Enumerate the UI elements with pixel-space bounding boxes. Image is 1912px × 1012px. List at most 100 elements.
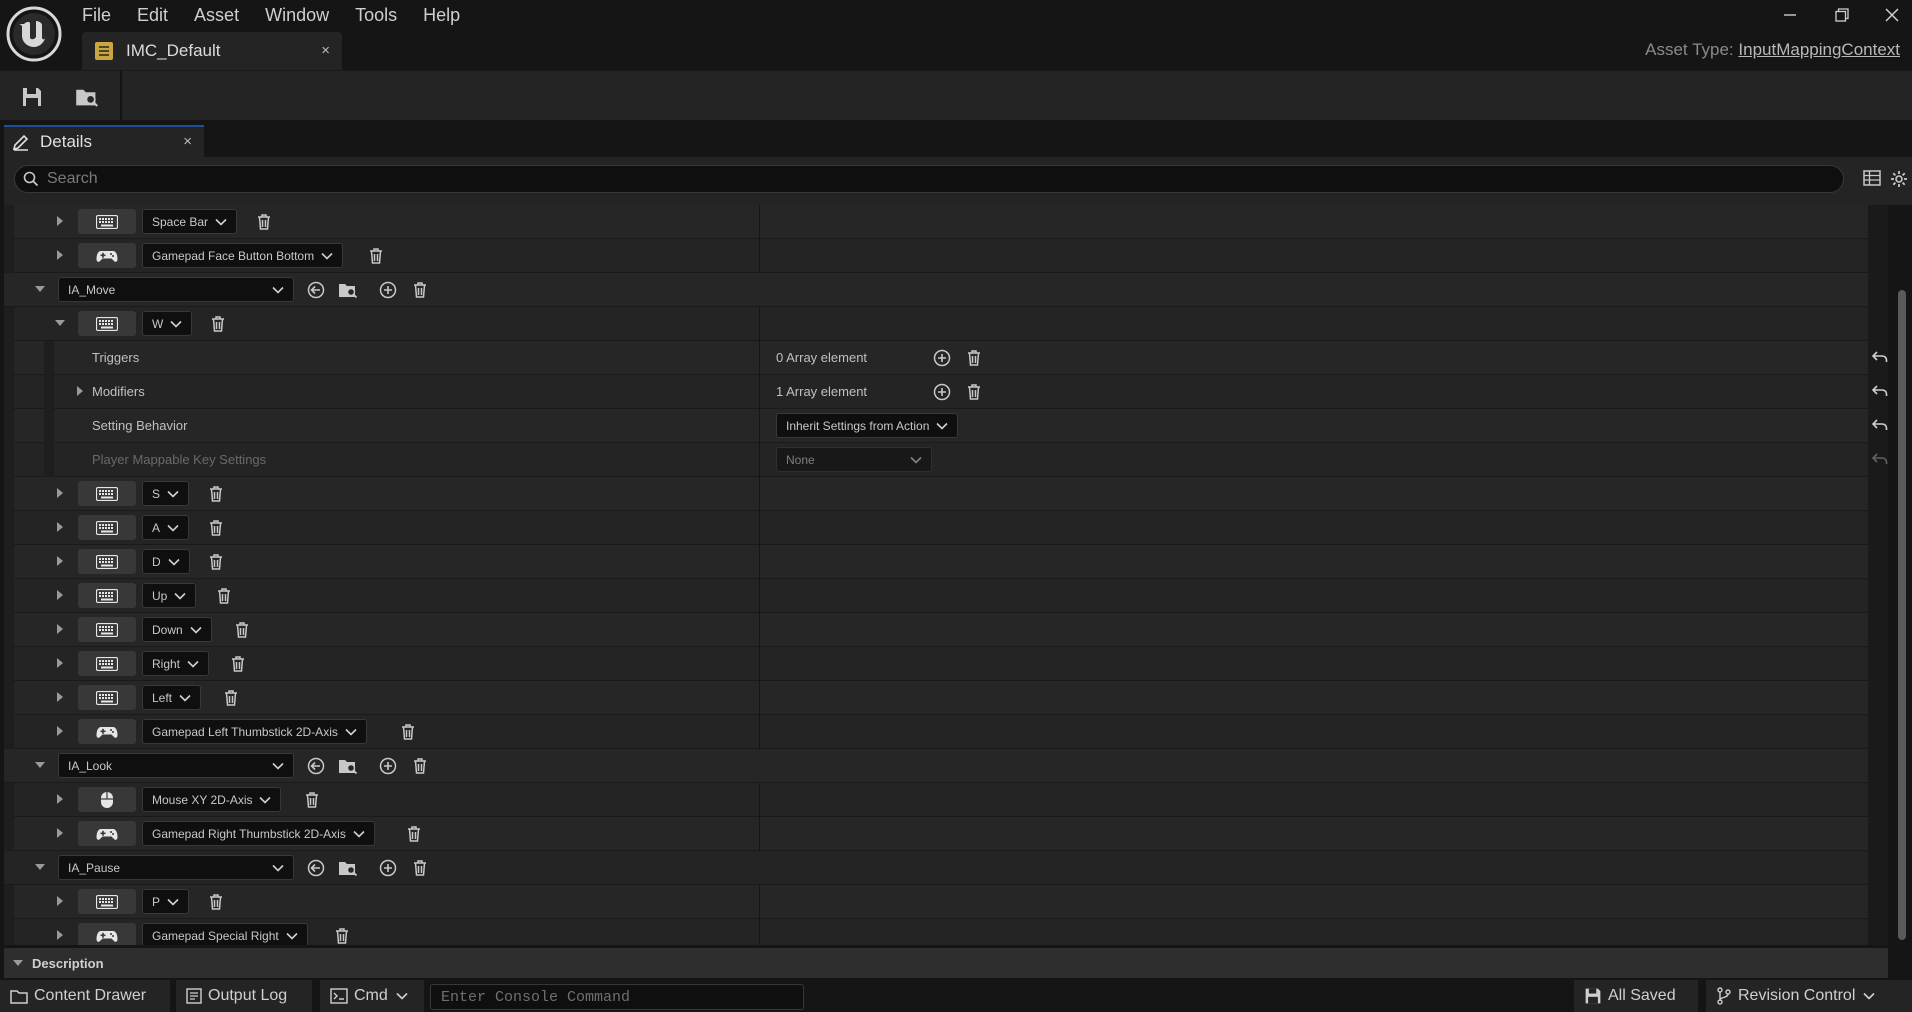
collapse-arrow-icon[interactable] <box>34 759 46 771</box>
delete-mapping-button[interactable] <box>332 926 352 945</box>
column-divider[interactable] <box>759 443 760 477</box>
delete-mapping-button[interactable] <box>206 892 226 912</box>
asset-type-link[interactable]: InputMappingContext <box>1738 40 1900 59</box>
key-dropdown[interactable]: Left <box>142 685 202 710</box>
column-divider[interactable] <box>759 239 760 273</box>
menu-help[interactable]: Help <box>423 0 460 30</box>
asset-tab-close-icon[interactable]: × <box>321 42 330 59</box>
menu-file[interactable]: File <box>82 0 111 30</box>
column-divider[interactable] <box>759 205 760 239</box>
key-selector-button[interactable] <box>78 889 136 914</box>
browse-asset-button[interactable] <box>338 756 358 776</box>
expand-arrow-icon[interactable] <box>54 215 66 227</box>
vertical-scrollbar[interactable] <box>1898 290 1906 940</box>
delete-mapping-button[interactable] <box>214 586 234 606</box>
add-mapping-button[interactable] <box>378 858 398 878</box>
search-input[interactable] <box>47 170 1827 188</box>
expand-arrow-icon[interactable] <box>54 589 66 601</box>
delete-action-button[interactable] <box>410 756 430 776</box>
expand-arrow-icon[interactable] <box>54 657 66 669</box>
key-selector-button[interactable] <box>78 243 136 268</box>
key-dropdown[interactable]: S <box>142 481 190 506</box>
browse-to-asset-button[interactable] <box>72 83 102 111</box>
column-divider[interactable] <box>759 307 760 341</box>
all-saved-button[interactable]: All Saved <box>1574 980 1698 1012</box>
player-mappable-dropdown[interactable]: None <box>776 447 932 472</box>
key-selector-button[interactable] <box>78 311 136 336</box>
key-dropdown[interactable]: Down <box>142 617 212 642</box>
menu-edit[interactable]: Edit <box>137 0 168 30</box>
asset-tab[interactable]: IMC_Default × <box>82 32 342 70</box>
column-divider[interactable] <box>759 681 760 715</box>
key-dropdown[interactable]: Gamepad Face Button Bottom <box>142 243 344 268</box>
delete-mapping-button[interactable] <box>221 688 241 708</box>
menu-tools[interactable]: Tools <box>355 0 397 30</box>
table-view-icon[interactable] <box>1863 170 1881 186</box>
expand-arrow-icon[interactable] <box>54 895 66 907</box>
key-selector-button[interactable] <box>78 719 136 744</box>
setting-behavior-dropdown[interactable]: Inherit Settings from Action <box>776 413 959 438</box>
key-selector-button[interactable] <box>78 209 136 234</box>
expand-arrow-icon[interactable] <box>54 725 66 737</box>
key-selector-button[interactable] <box>78 481 136 506</box>
column-divider[interactable] <box>759 613 760 647</box>
description-section-header[interactable]: Description <box>4 948 1888 978</box>
close-window-button[interactable] <box>1870 0 1912 30</box>
column-divider[interactable] <box>759 919 760 945</box>
expand-arrow-icon[interactable] <box>74 385 86 397</box>
delete-mapping-button[interactable] <box>206 552 226 572</box>
clear-elements-button[interactable] <box>964 348 984 368</box>
use-selected-asset-button[interactable] <box>306 756 326 776</box>
collapse-arrow-icon[interactable] <box>34 283 46 295</box>
settings-gear-icon[interactable] <box>1890 170 1908 188</box>
unreal-logo-icon[interactable] <box>6 6 62 62</box>
output-log-button[interactable]: Output Log <box>176 980 312 1012</box>
delete-mapping-button[interactable] <box>398 722 418 742</box>
delete-mapping-button[interactable] <box>404 824 424 844</box>
expand-arrow-icon[interactable] <box>54 793 66 805</box>
restore-button[interactable] <box>1820 0 1864 30</box>
key-dropdown[interactable]: D <box>142 549 190 574</box>
delete-mapping-button[interactable] <box>228 654 248 674</box>
key-dropdown[interactable]: Gamepad Right Thumbstick 2D-Axis <box>142 821 375 846</box>
delete-mapping-button[interactable] <box>206 518 226 538</box>
details-tab-close-icon[interactable]: × <box>183 133 192 150</box>
use-selected-asset-button[interactable] <box>306 858 326 878</box>
expand-arrow-icon[interactable] <box>54 691 66 703</box>
column-divider[interactable] <box>759 715 760 749</box>
collapse-arrow-icon[interactable] <box>54 317 66 329</box>
expand-arrow-icon[interactable] <box>54 827 66 839</box>
content-drawer-button[interactable]: Content Drawer <box>0 980 170 1012</box>
column-divider[interactable] <box>759 579 760 613</box>
browse-asset-button[interactable] <box>338 280 358 300</box>
key-dropdown[interactable]: Gamepad Left Thumbstick 2D-Axis <box>142 719 367 744</box>
delete-action-button[interactable] <box>410 280 430 300</box>
key-dropdown[interactable]: W <box>142 311 193 336</box>
browse-asset-button[interactable] <box>338 858 358 878</box>
key-dropdown[interactable]: Gamepad Special Right <box>142 923 308 945</box>
reset-to-default-icon[interactable] <box>1872 384 1888 398</box>
expand-arrow-icon[interactable] <box>54 623 66 635</box>
column-divider[interactable] <box>759 885 760 919</box>
minimize-button[interactable] <box>1768 0 1812 30</box>
column-divider[interactable] <box>759 409 760 443</box>
add-mapping-button[interactable] <box>378 280 398 300</box>
menu-asset[interactable]: Asset <box>194 0 239 30</box>
use-selected-asset-button[interactable] <box>306 280 326 300</box>
delete-mapping-button[interactable] <box>366 246 386 266</box>
key-dropdown[interactable]: Mouse XY 2D-Axis <box>142 787 282 812</box>
clear-elements-button[interactable] <box>964 382 984 402</box>
revision-control-button[interactable]: Revision Control <box>1706 980 1912 1012</box>
column-divider[interactable] <box>759 375 760 409</box>
collapse-arrow-icon[interactable] <box>34 861 46 873</box>
input-action-dropdown[interactable]: IA_Look <box>58 753 294 778</box>
column-divider[interactable] <box>759 817 760 851</box>
cmd-dropdown-button[interactable]: Cmd <box>320 980 424 1012</box>
key-dropdown[interactable]: Space Bar <box>142 209 238 234</box>
key-selector-button[interactable] <box>78 821 136 846</box>
key-selector-button[interactable] <box>78 651 136 676</box>
input-action-dropdown[interactable]: IA_Move <box>58 277 294 302</box>
delete-mapping-button[interactable] <box>302 790 322 810</box>
column-divider[interactable] <box>759 341 760 375</box>
key-selector-button[interactable] <box>78 923 136 945</box>
